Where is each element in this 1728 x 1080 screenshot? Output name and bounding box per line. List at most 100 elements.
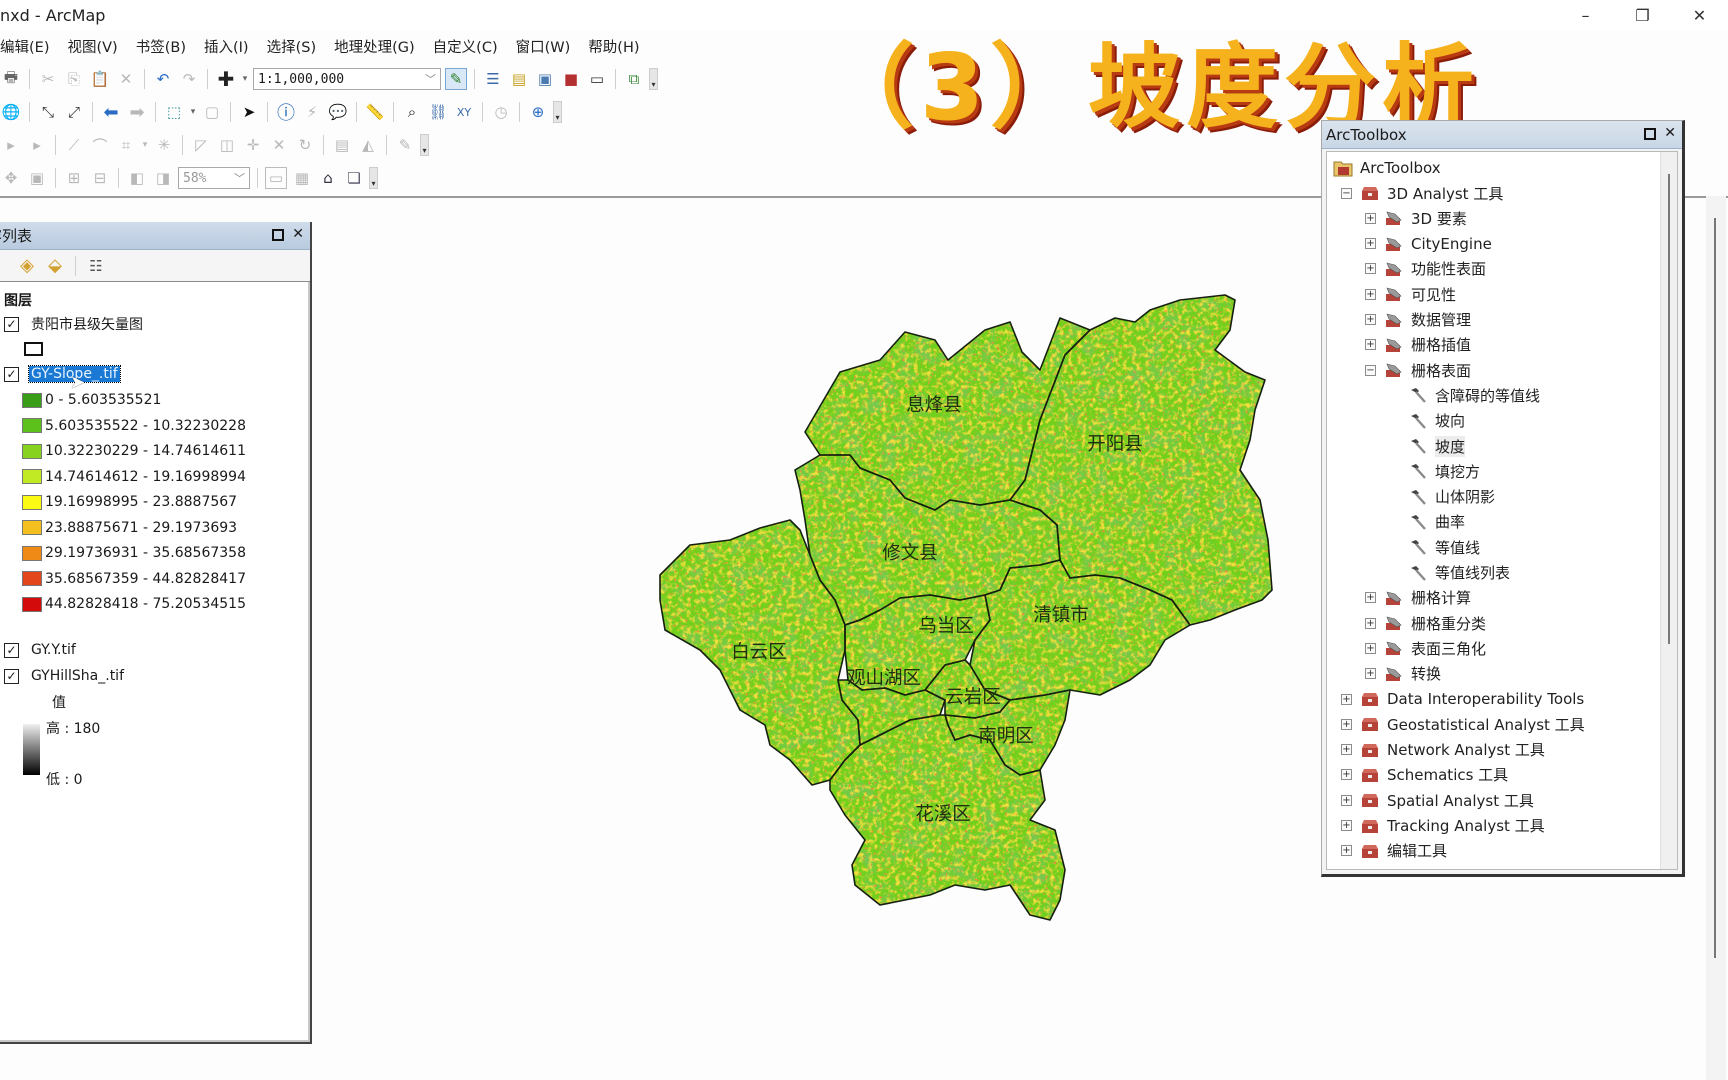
legend-class[interactable]: 19.16998995 - 23.8887567 bbox=[22, 490, 237, 514]
fixed-zoom-out-icon[interactable]: ⤢ bbox=[63, 101, 85, 123]
clear-selection-icon[interactable]: ▢ bbox=[201, 101, 223, 123]
arctoolbox-root[interactable]: ArcToolbox bbox=[1333, 156, 1441, 180]
expand-icon[interactable]: + bbox=[1365, 314, 1376, 325]
layer-row[interactable]: ✓ 贵阳市县级矢量图 bbox=[4, 312, 143, 336]
select-features-icon[interactable]: ⬚ bbox=[163, 101, 185, 123]
html-popup-icon[interactable]: 💬 bbox=[327, 101, 349, 123]
split-tool-icon[interactable]: ✳ bbox=[153, 134, 175, 156]
layout-pan-icon[interactable]: ✥ bbox=[0, 167, 22, 189]
time-slider-icon[interactable]: ◷ bbox=[490, 101, 512, 123]
hyperlink-icon[interactable]: ⚡ bbox=[301, 101, 323, 123]
list-by-drawing-order-icon[interactable] bbox=[4, 255, 10, 277]
copy-icon[interactable]: ⎘ bbox=[63, 68, 85, 90]
menu-windows[interactable]: 窗口(W) bbox=[507, 36, 580, 57]
toolbox-item[interactable]: + Geostatistical Analyst 工具 bbox=[1341, 712, 1585, 736]
zoom-100-icon[interactable]: ▣ bbox=[26, 167, 48, 189]
toolbox-item[interactable]: + Network Analyst 工具 bbox=[1341, 738, 1545, 762]
close-button[interactable]: ✕ bbox=[1671, 0, 1728, 30]
toolbar-options-grip[interactable]: ▾ bbox=[420, 134, 429, 156]
expand-icon[interactable]: + bbox=[1341, 820, 1352, 831]
options-icon[interactable]: ☷ bbox=[85, 255, 107, 277]
expand-icon[interactable]: + bbox=[1365, 617, 1376, 629]
map-scale-combo[interactable]: 1:1,000,000 ﹀ bbox=[253, 68, 441, 90]
toolset-item[interactable]: − 栅格表面 bbox=[1365, 358, 1471, 382]
full-extent-globe-icon[interactable]: 🌐 bbox=[0, 101, 22, 123]
legend-class[interactable]: 29.19736931 - 35.68567358 bbox=[22, 541, 246, 565]
toolset-item[interactable]: + 可见性 bbox=[1365, 282, 1456, 306]
legend-class[interactable]: 14.74614612 - 19.16998994 bbox=[22, 465, 246, 489]
layer-name[interactable]: 贵阳市县级矢量图 bbox=[31, 314, 143, 334]
legend-class[interactable]: 0 - 5.603535521 bbox=[22, 388, 161, 412]
expand-icon[interactable]: + bbox=[1365, 642, 1376, 654]
expand-icon[interactable]: + bbox=[1365, 212, 1376, 224]
go-to-xy-icon[interactable]: XY bbox=[453, 101, 475, 123]
expand-icon[interactable]: + bbox=[1341, 693, 1352, 705]
back-extent-icon[interactable]: ⬅ bbox=[100, 101, 122, 123]
create-features-icon[interactable]: ✎ bbox=[394, 134, 416, 156]
expand-icon[interactable]: + bbox=[1341, 769, 1352, 781]
data-driven-pages-icon[interactable]: ❏ bbox=[343, 167, 365, 189]
layer-name[interactable]: GYHillSha_.tif bbox=[31, 668, 124, 684]
python-window-icon[interactable]: ▭ bbox=[586, 68, 608, 90]
expand-icon[interactable]: + bbox=[1365, 339, 1376, 351]
toolbar-options-grip[interactable]: ▾ bbox=[369, 167, 378, 189]
construction-dropdown-icon[interactable]: ▾ bbox=[141, 134, 149, 156]
polygon-symbol[interactable] bbox=[24, 337, 43, 361]
find-binoculars-icon[interactable]: ⌕ bbox=[401, 101, 423, 123]
print-icon[interactable]: 🖶 bbox=[0, 68, 22, 90]
toolbar-options-grip[interactable]: ▾ bbox=[649, 68, 658, 90]
redo-icon[interactable]: ↷ bbox=[178, 68, 200, 90]
expand-icon[interactable]: + bbox=[1365, 288, 1376, 300]
expand-icon[interactable]: + bbox=[1341, 794, 1352, 806]
expand-icon[interactable]: + bbox=[1365, 668, 1376, 680]
expand-icon[interactable]: + bbox=[1341, 845, 1352, 857]
forward-extent-icon[interactable]: ➡ bbox=[126, 101, 148, 123]
toolset-item[interactable]: + 栅格重分类 bbox=[1365, 611, 1486, 635]
reshape-icon[interactable]: ◫ bbox=[216, 134, 238, 156]
toolset-item[interactable]: + CityEngine bbox=[1365, 232, 1492, 256]
select-elements-arrow-icon[interactable]: ➤ bbox=[238, 101, 260, 123]
sketch-properties-icon[interactable]: ◭ bbox=[357, 134, 379, 156]
toolset-item[interactable]: + 栅格计算 bbox=[1365, 586, 1471, 610]
menu-view[interactable]: 视图(V) bbox=[58, 36, 126, 57]
layout-fixed-zoom-in-icon[interactable]: ⊞ bbox=[63, 167, 85, 189]
arctoolbox-icon[interactable]: ■ bbox=[560, 68, 582, 90]
layers-root[interactable]: 图层 bbox=[4, 288, 32, 312]
chevron-down-icon[interactable]: ﹀ bbox=[234, 170, 245, 186]
tool-item[interactable]: 等值线 bbox=[1389, 535, 1480, 559]
cut-icon[interactable]: ✂ bbox=[37, 68, 59, 90]
arctoolbox-scrollbar[interactable] bbox=[1660, 152, 1677, 869]
expand-icon[interactable]: + bbox=[1341, 718, 1352, 730]
search-window-icon[interactable]: ▣ bbox=[534, 68, 556, 90]
construction-tools-icon[interactable]: ⌗ bbox=[115, 134, 137, 156]
add-data-dropdown-icon[interactable]: ▾ bbox=[241, 68, 249, 90]
change-layout-icon[interactable]: ⌂ bbox=[317, 167, 339, 189]
tool-item[interactable]: 坡度 bbox=[1389, 434, 1466, 458]
editor-toolbar-icon[interactable]: ✎ bbox=[445, 68, 467, 90]
focus-data-frame-icon[interactable]: ▦ bbox=[291, 167, 313, 189]
layer-visibility-checkbox[interactable]: ✓ bbox=[4, 642, 19, 658]
magnifier-window-icon[interactable]: ⊕ bbox=[527, 101, 549, 123]
toolset-item[interactable]: +3D 要素 bbox=[1365, 206, 1467, 230]
toolbox-item[interactable]: − 3D Analyst 工具 bbox=[1341, 181, 1503, 205]
identify-icon[interactable]: ⓘ bbox=[275, 101, 297, 124]
tool-item[interactable]: 等值线列表 bbox=[1389, 561, 1510, 585]
menu-geoprocessing[interactable]: 地理处理(G) bbox=[325, 36, 424, 57]
layer-row[interactable]: ✓ GY.Y.tif bbox=[4, 638, 76, 662]
tool-item[interactable]: 含障碍的等值线 bbox=[1389, 383, 1540, 407]
attributes-icon[interactable]: ▤ bbox=[331, 134, 353, 156]
list-by-source-icon[interactable]: ◈ bbox=[16, 255, 38, 277]
layer-visibility-checkbox[interactable]: ✓ bbox=[4, 366, 19, 382]
hillshade-ramp[interactable] bbox=[23, 724, 40, 775]
close-panel-icon[interactable]: ✕ bbox=[292, 226, 304, 242]
tool-item[interactable]: 填挖方 bbox=[1389, 459, 1480, 483]
tool-item[interactable]: 坡向 bbox=[1389, 409, 1465, 433]
find-route-icon[interactable]: ⛓ bbox=[427, 101, 449, 123]
toolbox-item[interactable]: + Data Interoperability Tools bbox=[1341, 687, 1584, 711]
layout-zoom-combo[interactable]: 58% ﹀ bbox=[178, 167, 250, 189]
toolset-item[interactable]: + 栅格插值 bbox=[1365, 333, 1471, 357]
straight-segment-icon[interactable]: ⟋ bbox=[63, 134, 85, 156]
expand-icon[interactable]: + bbox=[1365, 592, 1376, 604]
select-dropdown-icon[interactable]: ▾ bbox=[189, 101, 197, 123]
split-line-icon[interactable]: ✕ bbox=[268, 134, 290, 156]
